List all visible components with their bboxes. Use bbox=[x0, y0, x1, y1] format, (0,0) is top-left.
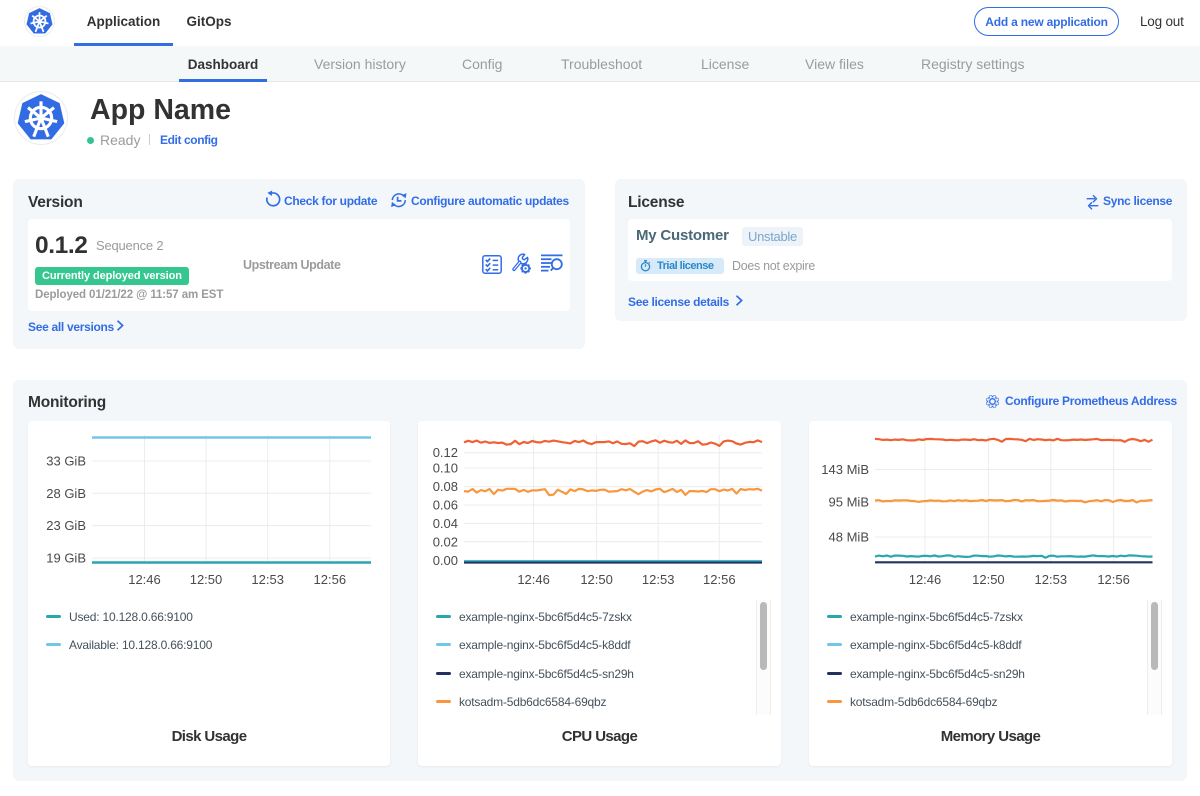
svg-text:28 GiB: 28 GiB bbox=[46, 486, 86, 501]
svg-text:12:50: 12:50 bbox=[190, 572, 223, 587]
svg-text:33 GiB: 33 GiB bbox=[46, 454, 86, 469]
svg-text:12:56: 12:56 bbox=[1097, 572, 1130, 587]
svg-text:12:46: 12:46 bbox=[909, 572, 942, 587]
svg-text:12:46: 12:46 bbox=[128, 572, 161, 587]
svg-text:12:50: 12:50 bbox=[972, 572, 1005, 587]
svg-text:0.00: 0.00 bbox=[433, 553, 458, 568]
svg-text:143 MiB: 143 MiB bbox=[821, 462, 869, 477]
svg-text:0.10: 0.10 bbox=[433, 461, 458, 476]
svg-text:0.04: 0.04 bbox=[433, 516, 458, 531]
svg-text:12:53: 12:53 bbox=[642, 572, 675, 587]
svg-text:12:46: 12:46 bbox=[517, 572, 550, 587]
svg-text:12:56: 12:56 bbox=[314, 572, 347, 587]
svg-text:0.08: 0.08 bbox=[433, 479, 458, 494]
svg-text:0.12: 0.12 bbox=[433, 445, 458, 460]
svg-text:48 MiB: 48 MiB bbox=[829, 530, 869, 545]
svg-text:12:53: 12:53 bbox=[1035, 572, 1068, 587]
svg-text:12:53: 12:53 bbox=[251, 572, 284, 587]
svg-text:0.02: 0.02 bbox=[433, 534, 458, 549]
svg-text:95 MiB: 95 MiB bbox=[829, 495, 869, 510]
svg-text:19 GiB: 19 GiB bbox=[46, 551, 86, 566]
svg-text:12:50: 12:50 bbox=[580, 572, 613, 587]
svg-text:23 GiB: 23 GiB bbox=[46, 518, 86, 533]
svg-text:0.06: 0.06 bbox=[433, 498, 458, 513]
svg-text:12:56: 12:56 bbox=[703, 572, 736, 587]
